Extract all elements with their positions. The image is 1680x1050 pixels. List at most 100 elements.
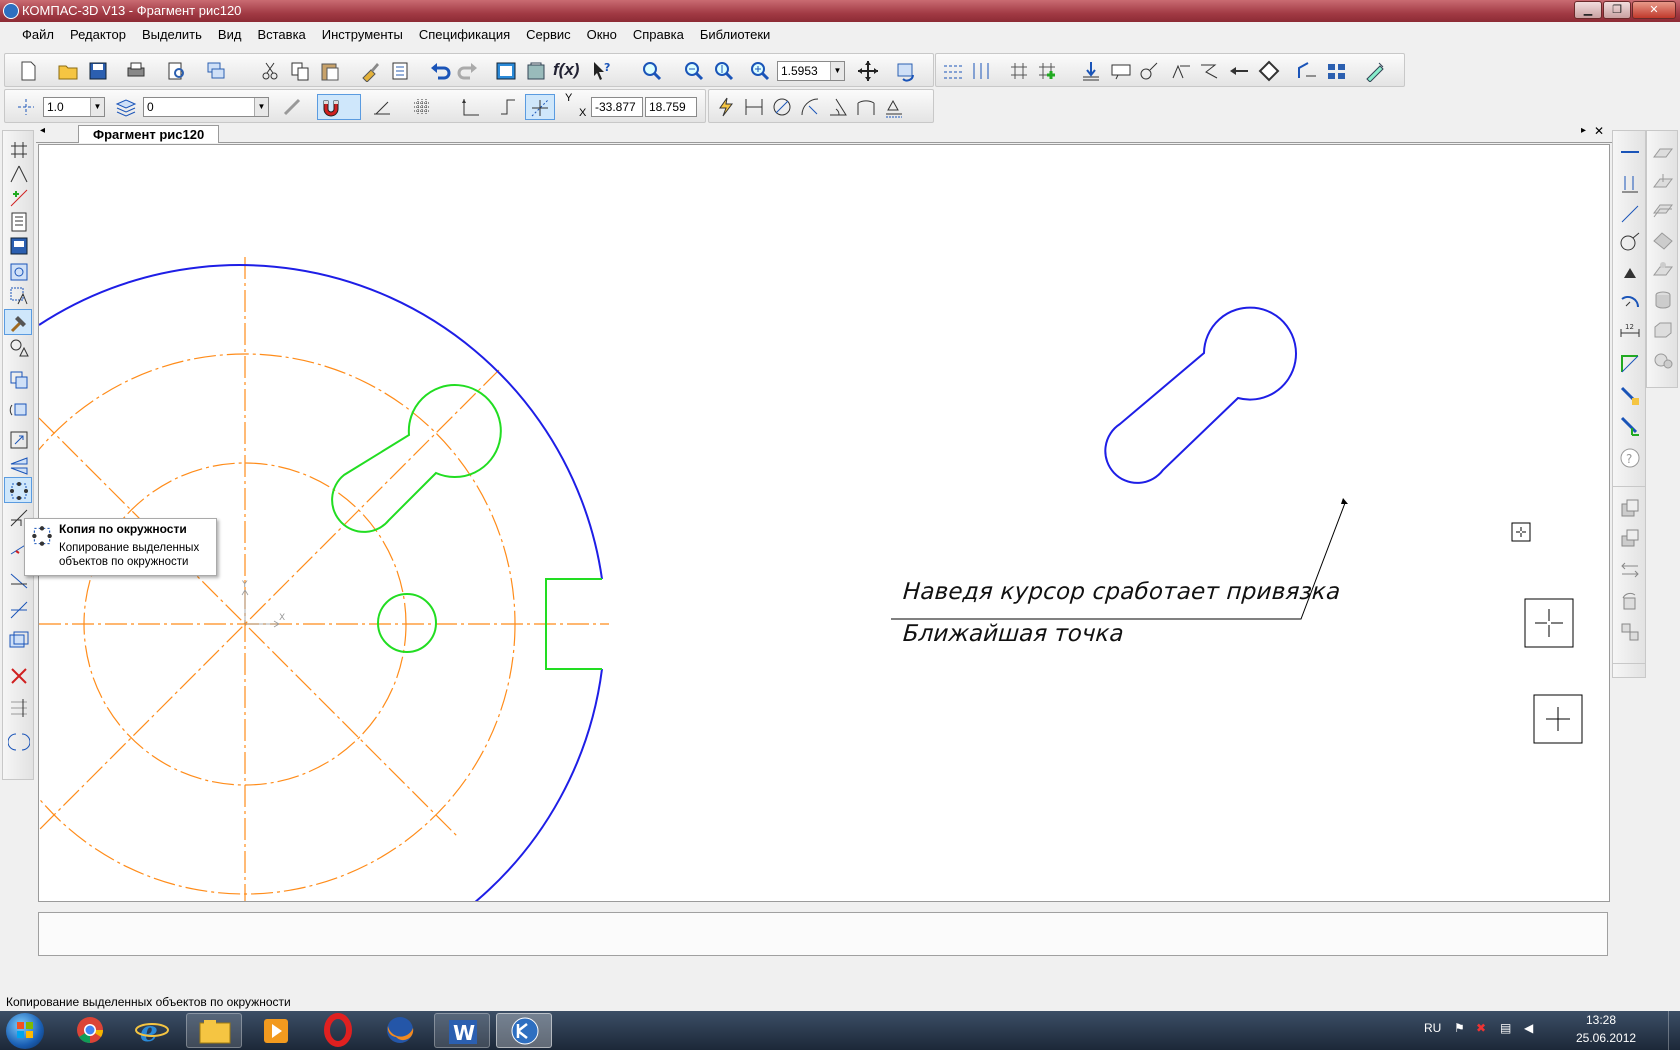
parametric-point-icon[interactable] — [1619, 385, 1641, 407]
tab-scroll-left-icon[interactable]: ◂ — [40, 125, 45, 136]
diameter-icon[interactable] — [771, 96, 793, 118]
start-button[interactable] — [6, 1013, 44, 1049]
base-marker-icon[interactable] — [1258, 60, 1280, 82]
break-icon[interactable] — [970, 60, 992, 82]
cylinder-icon[interactable] — [1652, 289, 1674, 311]
roughness-icon[interactable] — [1170, 60, 1192, 82]
local-cs-icon[interactable] — [459, 96, 481, 118]
ortho-mode-icon[interactable] — [497, 96, 519, 118]
help-cursor-icon[interactable]: ? — [591, 60, 613, 82]
distance-icon[interactable] — [743, 96, 765, 118]
line-style-icon[interactable] — [15, 96, 37, 118]
mate-icon[interactable] — [1619, 559, 1641, 581]
table-icon[interactable] — [1326, 60, 1348, 82]
taskbar-opera[interactable] — [310, 1013, 366, 1048]
drawing-canvas[interactable]: Y X Наведя курсор сработает привязка Бли… — [38, 144, 1610, 902]
taskbar-chrome[interactable] — [62, 1013, 118, 1048]
fragment-library-icon[interactable] — [8, 337, 30, 359]
properties-icon[interactable] — [389, 60, 411, 82]
maximize-button[interactable]: ❐ — [1603, 1, 1631, 19]
cut-line-icon[interactable] — [1296, 60, 1318, 82]
measure-panel-icon[interactable] — [8, 261, 30, 283]
arc-length-icon[interactable] — [855, 96, 877, 118]
round-coords-button[interactable] — [525, 94, 555, 120]
area-icon[interactable] — [883, 96, 905, 118]
taskbar-firefox[interactable] — [372, 1013, 428, 1048]
network-alert-icon[interactable]: ✖ — [1476, 1021, 1486, 1035]
menu-tools[interactable]: Инструменты — [314, 23, 411, 47]
new-document-icon[interactable] — [17, 60, 39, 82]
undo-icon[interactable] — [429, 60, 451, 82]
redo-icon[interactable] — [457, 60, 479, 82]
move-icon[interactable] — [8, 369, 30, 391]
print-icon[interactable] — [125, 60, 147, 82]
menu-specification[interactable]: Спецификация — [411, 23, 518, 47]
rotate-icon[interactable] — [8, 399, 30, 421]
properties-panel[interactable] — [38, 912, 1608, 956]
close-document-icon[interactable]: ✕ — [1594, 124, 1604, 138]
clock-date[interactable]: 25.06.2012 — [1576, 1031, 1636, 1045]
edit-panel-icon[interactable] — [8, 211, 30, 233]
symbols-icon[interactable] — [8, 187, 30, 209]
snap-lightning-icon[interactable] — [715, 96, 737, 118]
save-icon[interactable] — [87, 60, 109, 82]
chevron-down-icon[interactable]: ▼ — [830, 62, 844, 80]
line-segment-icon[interactable] — [1619, 141, 1641, 163]
variables-fx-icon[interactable]: f(x) — [553, 60, 579, 82]
format-brush-icon[interactable] — [359, 60, 381, 82]
gear-icon[interactable] — [1652, 349, 1674, 371]
zoom-dynamic-icon[interactable] — [713, 60, 735, 82]
plane-5-icon[interactable] — [1652, 259, 1674, 281]
plane-2-icon[interactable] — [1652, 171, 1674, 193]
cut-icon[interactable] — [259, 60, 281, 82]
position-leader-icon[interactable] — [1228, 60, 1250, 82]
paste-icon[interactable] — [319, 60, 341, 82]
add-point-icon[interactable] — [1036, 60, 1058, 82]
copy-icon[interactable] — [289, 60, 311, 82]
angle-icon[interactable] — [827, 96, 849, 118]
network-icon[interactable]: ▤ — [1500, 1021, 1511, 1035]
menu-libraries[interactable]: Библиотеки — [692, 23, 778, 47]
zoom-in-out-icon[interactable] — [683, 60, 705, 82]
snap-toggle-button[interactable] — [317, 94, 361, 120]
tab-scroll-right-icon[interactable]: ▸ — [1581, 125, 1586, 136]
grid-snap-icon[interactable] — [1008, 60, 1030, 82]
coord-y-field[interactable]: 18.759 — [645, 97, 697, 117]
manager-icon[interactable] — [495, 60, 517, 82]
copy-properties-icon[interactable] — [8, 629, 30, 651]
offset-line-icon[interactable] — [942, 60, 964, 82]
grid-icon[interactable] — [411, 96, 433, 118]
array-component-icon[interactable] — [1619, 621, 1641, 643]
geometry-icon[interactable] — [8, 139, 30, 161]
radius-icon[interactable] — [799, 96, 821, 118]
cascade-windows-icon[interactable] — [205, 60, 227, 82]
point-on-curve-icon[interactable] — [1619, 261, 1641, 283]
menu-select[interactable]: Выделить — [134, 23, 210, 47]
scale-icon[interactable] — [8, 429, 30, 451]
close-button[interactable]: ✕ — [1632, 1, 1676, 19]
menu-window[interactable]: Окно — [579, 23, 625, 47]
zoom-window-icon[interactable] — [641, 60, 663, 82]
flag-icon[interactable]: ⚑ — [1454, 1021, 1465, 1035]
refresh-view-icon[interactable] — [895, 60, 917, 82]
component-stack-icon[interactable] — [1619, 527, 1641, 549]
chamfer-tool-icon[interactable] — [1619, 353, 1641, 375]
state-icon[interactable] — [281, 96, 303, 118]
plane-1-icon[interactable] — [1652, 143, 1674, 165]
select-panel-icon[interactable] — [8, 285, 30, 307]
menu-insert[interactable]: Вставка — [249, 23, 313, 47]
zoom-fit-icon[interactable] — [749, 60, 771, 82]
tab-fragment[interactable]: Фрагмент рис120 — [78, 125, 220, 143]
hatch-down-icon[interactable] — [1619, 173, 1641, 195]
pan-icon[interactable] — [857, 60, 879, 82]
layer-combo[interactable]: 0 ▼ — [143, 97, 269, 117]
dimension-12-icon[interactable]: 12 — [1619, 321, 1641, 343]
parametric-angle-icon[interactable] — [1619, 415, 1641, 437]
taskbar-ie[interactable]: e — [124, 1013, 180, 1048]
library-manager-icon[interactable] — [525, 60, 547, 82]
parametrization-icon[interactable] — [8, 235, 30, 257]
coord-x-field[interactable]: -33.877 — [591, 97, 643, 117]
menu-service[interactable]: Сервис — [518, 23, 579, 47]
line-aux-icon[interactable] — [1619, 203, 1641, 225]
menu-edit[interactable]: Редактор — [62, 23, 134, 47]
